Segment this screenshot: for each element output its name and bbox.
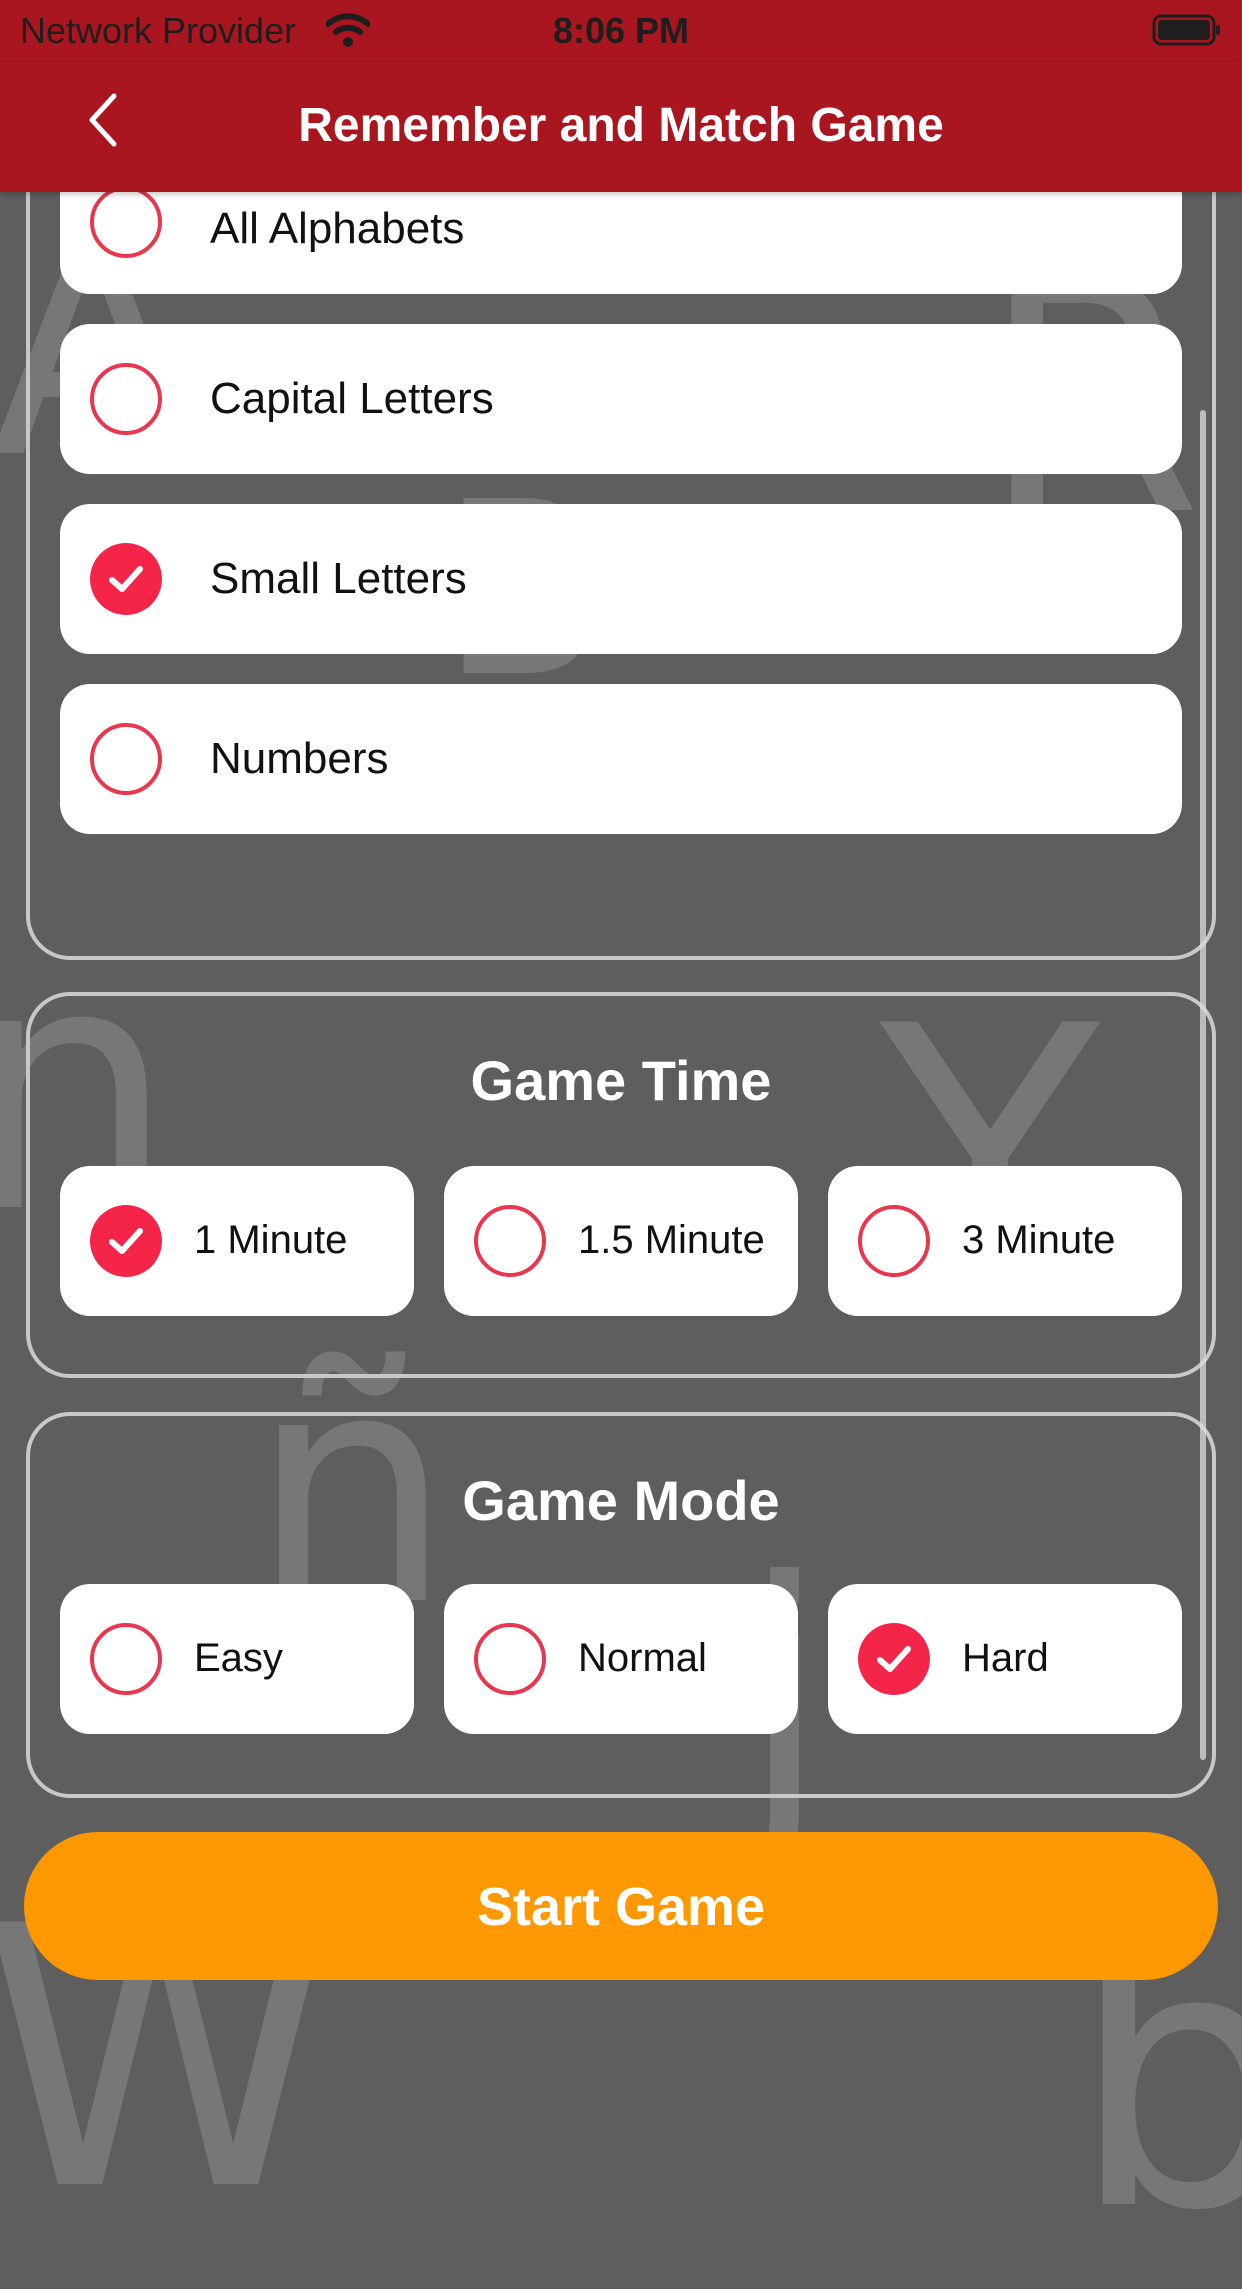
radio-icon: [474, 1205, 546, 1277]
game-time-panel: Game Time 1 Minute 1.5 Minute 3 Minute: [26, 992, 1216, 1378]
option-numbers[interactable]: Numbers: [60, 684, 1182, 834]
option-hard[interactable]: Hard: [828, 1584, 1182, 1734]
option-label: Numbers: [210, 734, 389, 783]
option-label: Capital Letters: [210, 374, 494, 423]
battery-icon: [1152, 14, 1220, 46]
checkmark-icon: [877, 1646, 911, 1672]
option-label: Hard: [962, 1636, 1049, 1680]
option-label: Easy: [194, 1636, 283, 1680]
radio-icon: [90, 363, 162, 435]
option-label: Normal: [578, 1636, 707, 1680]
status-time: 8:06 PM: [552, 10, 690, 51]
option-normal[interactable]: Normal: [444, 1584, 798, 1734]
navigation-bar: Remember and Match Game: [0, 62, 1242, 192]
radio-icon: [474, 1623, 546, 1695]
option-label: 3 Minute: [962, 1218, 1116, 1262]
option-label: 1 Minute: [194, 1218, 348, 1262]
section-title: Game Mode: [462, 1469, 780, 1532]
radio-icon: [90, 186, 162, 258]
game-mode-panel: Game Mode Easy Normal Hard: [26, 1412, 1216, 1798]
scroll-indicator[interactable]: [1200, 410, 1206, 1760]
checked-radio-icon: [858, 1623, 930, 1695]
option-easy[interactable]: Easy: [60, 1584, 414, 1734]
option-label: All Alphabets: [210, 204, 465, 253]
checkmark-icon: [109, 1228, 143, 1254]
option-3-minute[interactable]: 3 Minute: [828, 1166, 1182, 1316]
radio-icon: [90, 1623, 162, 1695]
option-small-letters[interactable]: Small Letters: [60, 504, 1182, 654]
checked-radio-icon: [90, 1205, 162, 1277]
option-1-5-minute[interactable]: 1.5 Minute: [444, 1166, 798, 1316]
checked-radio-icon: [90, 543, 162, 615]
start-game-button[interactable]: Start Game: [24, 1832, 1218, 1980]
radio-icon: [858, 1205, 930, 1277]
checkmark-icon: [109, 566, 143, 592]
radio-icon: [90, 723, 162, 795]
option-label: Small Letters: [210, 554, 467, 603]
letter-type-panel: All Alphabets Capital Letters Small Lett…: [26, 120, 1216, 960]
option-label: 1.5 Minute: [578, 1218, 765, 1262]
section-title: Game Time: [470, 1049, 772, 1112]
status-bar: Network Provider 8:06 PM: [0, 0, 1242, 62]
page-title: Remember and Match Game: [298, 99, 944, 152]
option-capital-letters[interactable]: Capital Letters: [60, 324, 1182, 474]
option-1-minute[interactable]: 1 Minute: [60, 1166, 414, 1316]
